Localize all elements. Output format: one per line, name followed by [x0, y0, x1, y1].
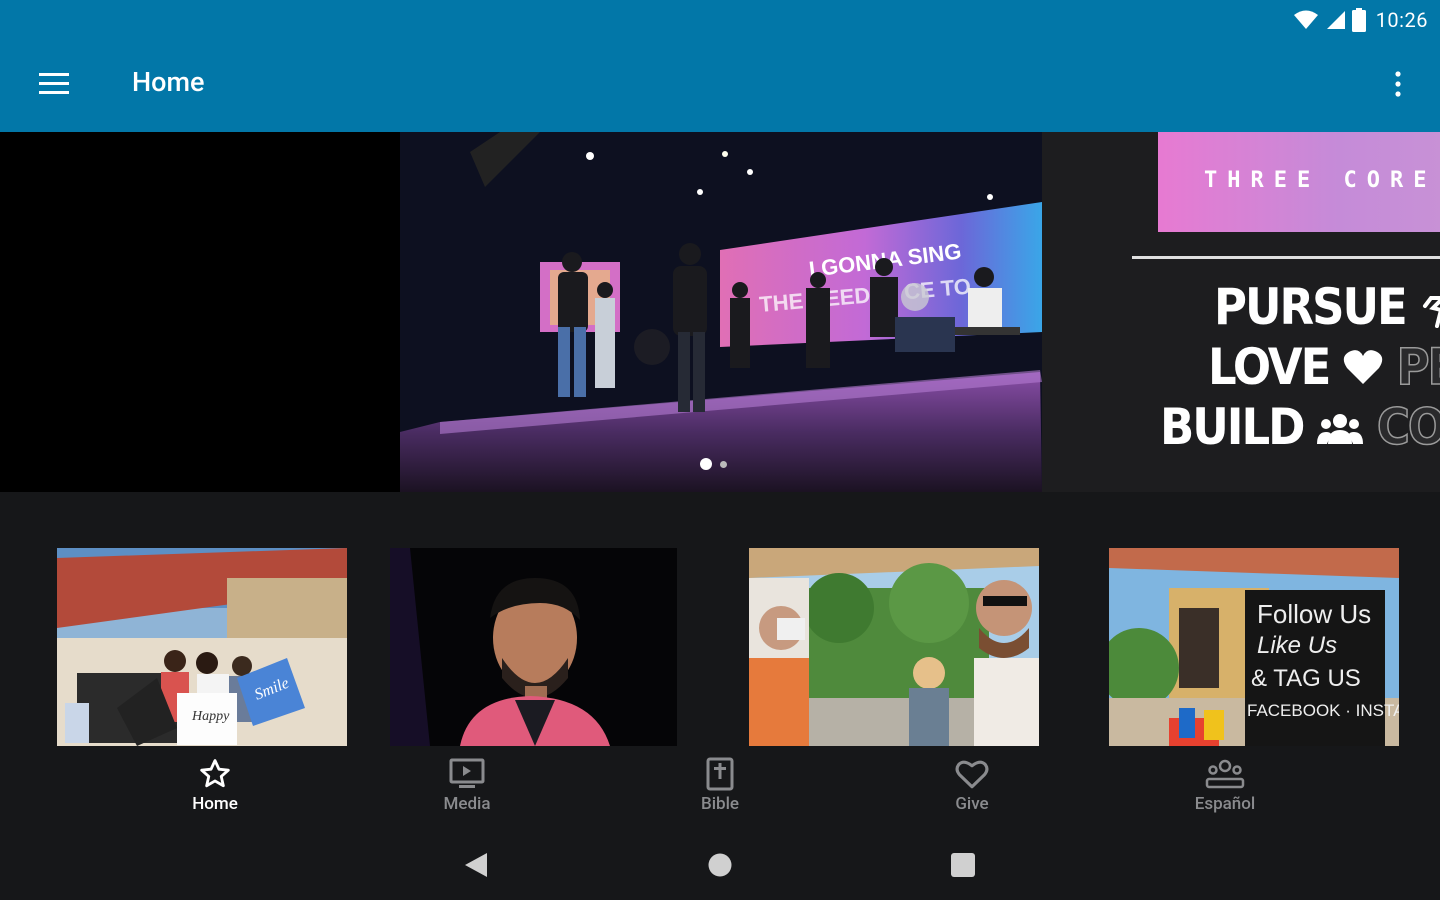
bible-icon [706, 757, 734, 791]
connect-people-photo [749, 548, 1039, 746]
runner-icon [1423, 296, 1440, 328]
carousel-dot-active[interactable] [700, 458, 712, 470]
people-icon [1205, 759, 1245, 789]
carousel-slide-worship[interactable]: I GONNA SING THE NEEDLE CE TO [400, 132, 1042, 492]
battery-icon [1351, 8, 1366, 32]
tile-welcome-team[interactable]: Happy Smile [57, 548, 347, 746]
tv-icon [449, 758, 485, 788]
navigation-menu-button[interactable] [30, 64, 78, 104]
bottom-navigation: Home Media Bible Give Español [0, 752, 1440, 824]
page-title: Home [132, 66, 205, 98]
nav-media[interactable]: Media [387, 756, 547, 822]
pastor-photo [390, 548, 677, 746]
system-recents-button[interactable] [943, 848, 983, 882]
carousel-slide-core-values[interactable]: THREE CORE VA PURSUE G LOVE PEO BUILD [1042, 132, 1440, 492]
core-value-love: LOVE PEO [1208, 338, 1440, 396]
tile-pastor-message[interactable] [390, 548, 677, 746]
status-bar: 10:26 [0, 0, 1440, 40]
nav-give[interactable]: Give [892, 756, 1052, 822]
core-value-build: BUILD COMM [1160, 398, 1440, 456]
nav-bible[interactable]: Bible [640, 756, 800, 822]
board-line-3: & TAG US [1251, 665, 1361, 692]
cell-signal-icon [1326, 11, 1345, 29]
hamburger-menu-icon [39, 73, 69, 94]
board-line-2: Like Us [1257, 632, 1337, 659]
tile-follow-us[interactable]: Follow Us Like Us & TAG US FACEBOOK · IN… [1109, 548, 1399, 746]
system-back-button[interactable] [456, 848, 496, 882]
app-bar: Home [0, 40, 1440, 132]
star-icon [200, 759, 230, 788]
board-line-4: FACEBOOK · INSTA [1247, 701, 1399, 720]
follow-us-photo: Follow Us Like Us & TAG US FACEBOOK · IN… [1109, 548, 1399, 746]
nav-home[interactable]: Home [135, 756, 295, 822]
core-value-pursue: PURSUE G [1214, 282, 1440, 332]
tile-connect-people[interactable] [749, 548, 1039, 746]
welcome-card-text: Happy [191, 709, 230, 724]
carousel-page-indicator [700, 458, 727, 470]
welcome-team-photo: Happy Smile [57, 548, 347, 746]
nav-espanol[interactable]: Español [1145, 756, 1305, 822]
system-navigation-bar [0, 830, 1440, 900]
status-clock: 10:26 [1375, 8, 1428, 32]
group-icon [1317, 414, 1364, 444]
core-values-divider [1132, 256, 1440, 259]
hero-carousel[interactable]: I GONNA SING THE NEEDLE CE TO THREE CORE… [0, 132, 1440, 492]
system-home-button[interactable] [700, 848, 740, 882]
more-vert-icon [1395, 71, 1401, 97]
worship-stage-image: I GONNA SING THE NEEDLE CE TO [400, 132, 1042, 492]
board-line-1: Follow Us [1257, 599, 1371, 629]
heart-icon [1343, 350, 1383, 384]
heart-outline-icon [955, 760, 989, 789]
recents-square-icon [951, 853, 975, 877]
carousel-dot[interactable] [720, 460, 727, 468]
core-values-banner-text: THREE CORE VA [1204, 168, 1440, 193]
home-circle-icon [708, 853, 732, 877]
back-icon [465, 853, 487, 877]
core-values-banner: THREE CORE VA [1158, 132, 1440, 232]
wifi-icon [1293, 10, 1318, 29]
overflow-menu-button[interactable] [1386, 64, 1410, 104]
feature-tiles: Happy Smile Follow Us Like Us & TAG US F… [0, 548, 1440, 746]
